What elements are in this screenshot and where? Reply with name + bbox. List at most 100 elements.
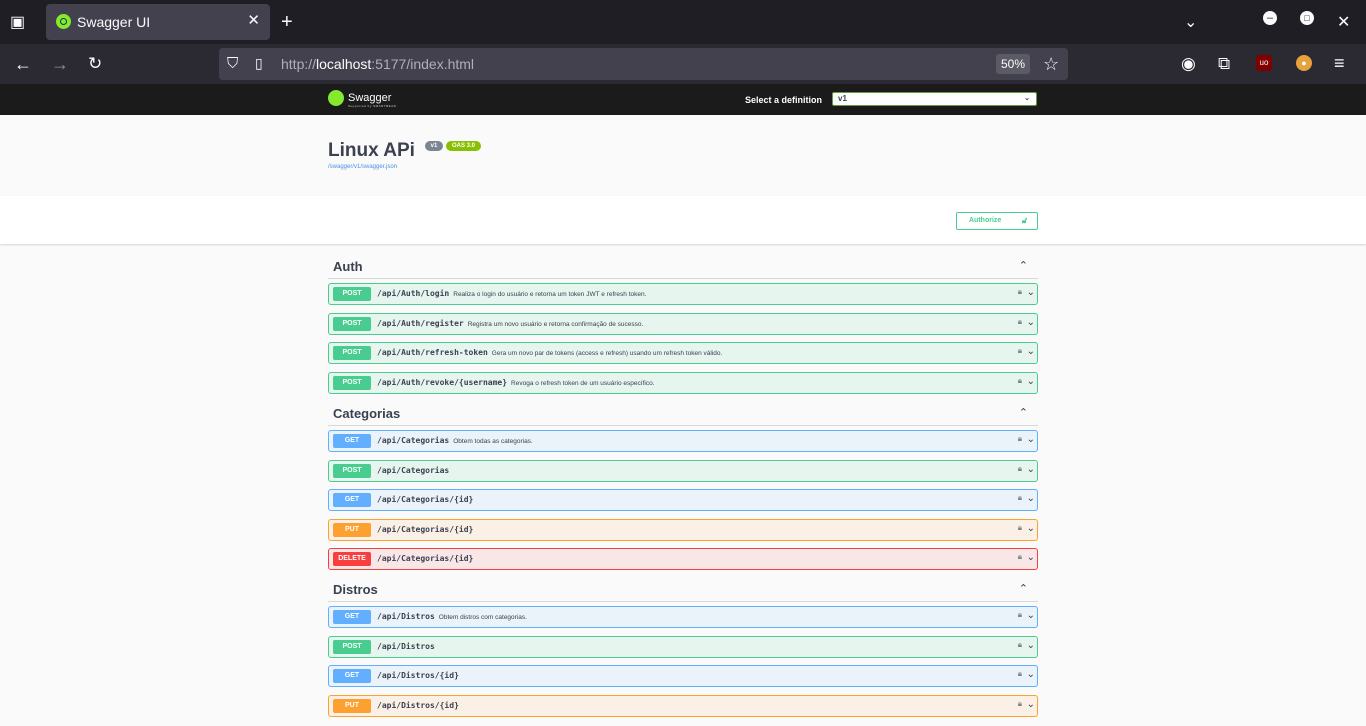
lock-icon[interactable]: 🔒︎ <box>1018 699 1022 709</box>
http-method-badge: POST <box>333 346 371 360</box>
chevron-down-icon[interactable]: ⌄ <box>1027 346 1035 357</box>
browser-tab[interactable]: Swagger UI ✕ <box>46 4 270 40</box>
close-tab-icon[interactable]: ✕ <box>247 11 260 29</box>
chevron-down-icon[interactable]: ⌄ <box>1027 493 1035 504</box>
maximize-icon[interactable]: □ <box>1300 11 1314 25</box>
http-method-badge: POST <box>333 464 371 478</box>
url-scheme: http:// <box>281 56 317 72</box>
back-icon[interactable]: ← <box>14 54 32 75</box>
operation-row[interactable]: POST/api/Auth/refresh-token Gera um novo … <box>328 342 1038 364</box>
http-method-badge: PUT <box>333 523 371 537</box>
operation-row[interactable]: POST/api/Auth/login Realiza o login do us… <box>328 283 1038 305</box>
chevron-down-icon[interactable]: ⌄ <box>1027 317 1035 328</box>
version-badge: v1 <box>425 141 443 151</box>
new-tab-icon[interactable]: + <box>281 11 293 34</box>
operation-path-text: /api/Categorias <box>377 436 450 445</box>
lock-icon[interactable]: 🔒︎ <box>1018 523 1022 533</box>
lock-icon[interactable]: 🔒︎ <box>1018 434 1022 444</box>
operation-row[interactable]: GET/api/Categorias Obtem todas as categor… <box>328 430 1038 452</box>
operation-row[interactable]: POST/api/Categorias 🔒︎ ⌄ <box>328 460 1038 482</box>
close-window-icon[interactable]: ✕ <box>1337 12 1350 32</box>
operation-row[interactable]: GET/api/Distros/{id} 🔒︎ ⌄ <box>328 665 1038 687</box>
operation-row[interactable]: PUT/api/Distros/{id} 🔒︎ ⌄ <box>328 695 1038 717</box>
extensions-icon[interactable]: ⧉ <box>1218 54 1230 74</box>
operation-row[interactable]: GET/api/Categorias/{id} 🔒︎ ⌄ <box>328 489 1038 511</box>
operation-row[interactable]: POST/api/Auth/register Registra um novo u… <box>328 313 1038 335</box>
zoom-level-badge[interactable]: 50% <box>996 54 1030 74</box>
chevron-down-icon[interactable]: ⌄ <box>1027 610 1035 621</box>
chevron-down-icon[interactable]: ⌄ <box>1027 434 1035 445</box>
http-method-badge: POST <box>333 640 371 654</box>
lock-icon[interactable]: 🔒︎ <box>1018 346 1022 356</box>
menu-icon[interactable]: ≡ <box>1334 53 1345 74</box>
tab-overview-icon[interactable]: ▣ <box>10 12 25 32</box>
chevron-down-icon[interactable]: ⌄ <box>1027 640 1035 651</box>
chevron-down-icon[interactable]: ⌄ <box>1027 287 1035 298</box>
authorize-button[interactable]: Authorize 🔓︎ <box>956 212 1038 230</box>
operation-row[interactable]: DELETE/api/Categorias/{id} 🔒︎ ⌄ <box>328 548 1038 570</box>
lock-icon[interactable]: 🔒︎ <box>1018 610 1022 620</box>
swagger-favicon-icon <box>56 14 71 29</box>
account-icon[interactable]: ◉ <box>1181 54 1196 74</box>
chevron-down-icon[interactable]: ⌄ <box>1027 699 1035 710</box>
extension-cookie-icon[interactable]: ● <box>1296 55 1312 71</box>
forward-icon[interactable]: → <box>51 54 69 75</box>
shield-icon[interactable]: ⛉ <box>227 55 238 72</box>
definition-value: v1 <box>838 94 847 103</box>
lock-icon[interactable]: 🔒︎ <box>1018 287 1022 297</box>
chevron-up-icon[interactable]: ⌃ <box>1019 582 1028 595</box>
operation-path-text: /api/Categorias/{id} <box>377 525 474 534</box>
api-title: Linux APi <box>328 140 415 161</box>
operation-path-text: /api/Distros/{id} <box>377 671 459 680</box>
swagger-topbar <box>0 84 1366 115</box>
chevron-down-icon[interactable]: ⌄ <box>1027 376 1035 387</box>
ublock-icon[interactable]: uo <box>1256 55 1272 71</box>
chevron-down-icon[interactable]: ⌄ <box>1027 523 1035 534</box>
tag-header-distros[interactable]: Distros ⌃ <box>328 579 1038 602</box>
bookmark-star-icon[interactable]: ☆ <box>1043 54 1059 75</box>
tab-title: Swagger UI <box>77 14 151 30</box>
page-icon[interactable]: ▯ <box>255 55 263 72</box>
lock-icon[interactable]: 🔒︎ <box>1018 493 1022 503</box>
definition-select[interactable]: v1 ⌄ <box>832 92 1037 106</box>
authorize-label: Authorize <box>969 217 1002 224</box>
list-all-tabs-icon[interactable]: ⌄ <box>1184 12 1197 32</box>
swagger-brand-sub: Supported by SMARTBEAR <box>348 104 397 108</box>
chevron-up-icon[interactable]: ⌃ <box>1019 259 1028 272</box>
operation-path: /api/Categorias/{id} <box>377 525 473 534</box>
operation-path-text: /api/Auth/register <box>377 319 464 328</box>
operation-summary: Realiza o login do usuário e retorna um … <box>453 291 647 298</box>
chevron-down-icon[interactable]: ⌄ <box>1027 669 1035 680</box>
oas-badge: OAS 3.0 <box>446 141 481 151</box>
operation-row[interactable]: GET/api/Distros Obtem distros com categor… <box>328 606 1038 628</box>
chevron-down-icon[interactable]: ⌄ <box>1027 464 1035 475</box>
spec-url-link[interactable]: /swagger/v1/swagger.json <box>328 164 397 170</box>
lock-icon[interactable]: 🔒︎ <box>1018 376 1022 386</box>
http-method-badge: POST <box>333 317 371 331</box>
swagger-brand: Swagger <box>348 92 392 104</box>
http-method-badge: POST <box>333 287 371 301</box>
tag-name: Auth <box>333 259 363 274</box>
lock-icon[interactable]: 🔒︎ <box>1018 640 1022 650</box>
operation-path: /api/Categorias/{id} <box>377 495 473 504</box>
operation-summary: Obtem distros com categorias. <box>438 614 527 621</box>
swagger-logo-icon[interactable] <box>328 90 344 106</box>
lock-icon[interactable]: 🔒︎ <box>1018 464 1022 474</box>
tag-header-auth[interactable]: Auth ⌃ <box>328 256 1038 279</box>
operation-path-text: /api/Distros/{id} <box>377 701 459 710</box>
lock-icon[interactable]: 🔒︎ <box>1018 552 1022 562</box>
lock-icon[interactable]: 🔒︎ <box>1018 669 1022 679</box>
lock-icon[interactable]: 🔒︎ <box>1018 317 1022 327</box>
chevron-down-icon[interactable]: ⌄ <box>1027 552 1035 563</box>
http-method-badge: GET <box>333 610 371 624</box>
operation-row[interactable]: POST/api/Auth/revoke/{username} Revoga o … <box>328 372 1038 394</box>
operation-row[interactable]: PUT/api/Categorias/{id} 🔒︎ ⌄ <box>328 519 1038 541</box>
reload-icon[interactable]: ↻ <box>88 54 102 74</box>
tag-header-categorias[interactable]: Categorias ⌃ <box>328 403 1038 426</box>
minimize-icon[interactable]: – <box>1263 11 1277 25</box>
chevron-up-icon[interactable]: ⌃ <box>1019 406 1028 419</box>
operation-row[interactable]: POST/api/Distros 🔒︎ ⌄ <box>328 636 1038 658</box>
url-text[interactable]: http://localhost:5177/index.html <box>281 56 474 72</box>
browser-tab-strip: ▣ Swagger UI ✕ + ⌄ – □ ✕ <box>0 0 1366 44</box>
operation-summary: Revoga o refresh token de um usuário esp… <box>511 380 655 387</box>
